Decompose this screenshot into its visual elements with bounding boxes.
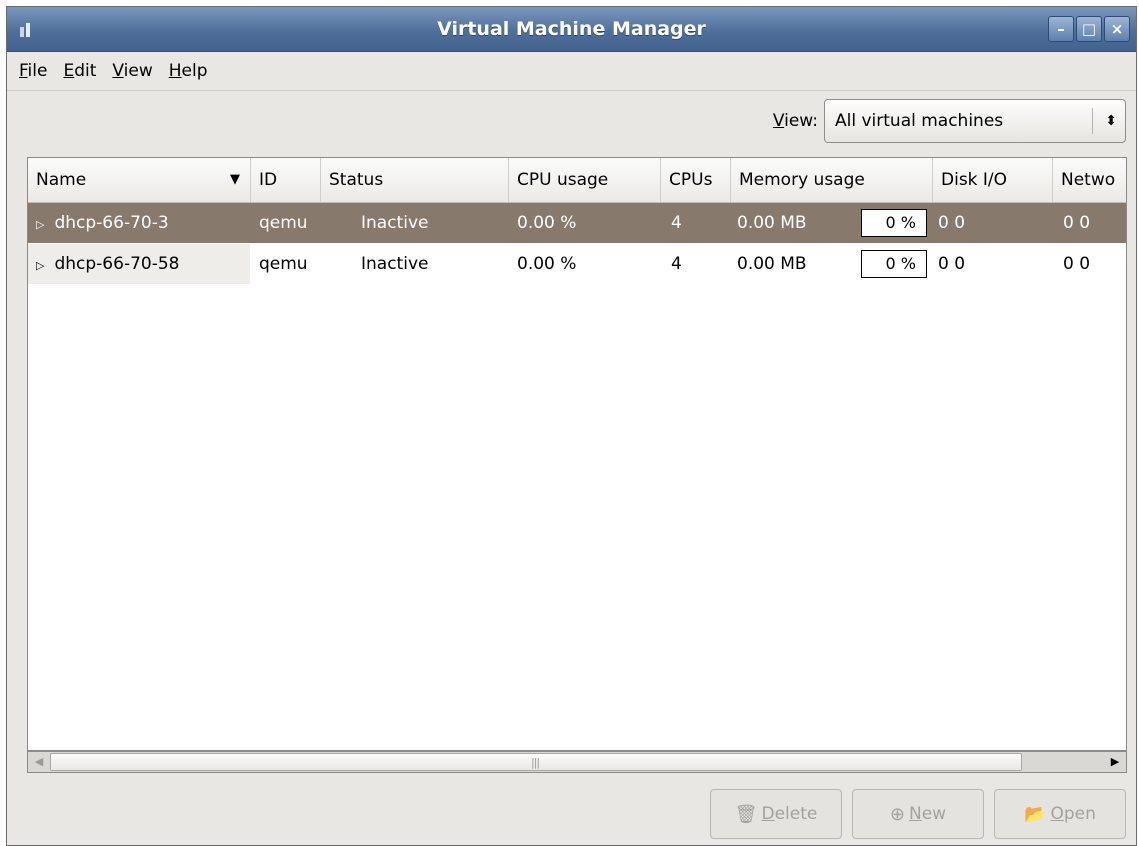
- vm-id: qemu: [259, 254, 308, 274]
- vm-memory: 0.00 MB: [737, 213, 807, 233]
- scroll-left-icon[interactable]: ◀: [29, 753, 49, 771]
- close-icon: ×: [1110, 20, 1124, 38]
- table-row[interactable]: ▷ dhcp-66-70-3 qemu Inactive 0.00 % 4 0.0…: [28, 203, 1126, 243]
- column-header-name[interactable]: Name ▼: [28, 158, 251, 202]
- scrollbar-thumb[interactable]: |||: [50, 753, 1022, 771]
- minimize-icon: –: [1057, 20, 1065, 38]
- grip-icon: |||: [531, 756, 540, 769]
- sort-down-icon: ▼: [230, 172, 240, 187]
- window-controls: – □ ×: [1048, 16, 1130, 42]
- column-cpu-usage-label: CPU usage: [517, 170, 609, 190]
- menu-edit-label: dit: [74, 61, 97, 81]
- column-id-label: ID: [259, 170, 278, 190]
- menu-bar: File Edit View Help: [7, 52, 1136, 91]
- vm-memory-cell: 0.00 MB 0 %: [733, 203, 931, 243]
- new-label: ew: [921, 804, 947, 824]
- app-window: Virtual Machine Manager – □ × File Edit …: [6, 6, 1137, 846]
- column-status-label: Status: [329, 170, 384, 190]
- menu-file-mnemonic: F: [19, 61, 28, 81]
- expander-icon[interactable]: ▷: [36, 259, 44, 272]
- vm-disk-io: 0 0: [938, 213, 966, 233]
- vm-name: dhcp-66-70-58: [54, 254, 180, 274]
- window-title: Virtual Machine Manager: [437, 18, 706, 40]
- vm-memory: 0.00 MB: [737, 254, 807, 274]
- horizontal-scrollbar[interactable]: ◀ ||| ▶: [27, 751, 1127, 773]
- menu-edit[interactable]: Edit: [57, 61, 106, 81]
- open-mnemonic: O: [1050, 804, 1064, 824]
- close-button[interactable]: ×: [1104, 16, 1130, 42]
- menu-view[interactable]: View: [106, 61, 162, 81]
- view-filter-label-text: iew:: [784, 111, 818, 131]
- vm-name-cell: ▷ dhcp-66-70-58: [28, 244, 250, 284]
- memory-progress-bar: 0 %: [861, 209, 927, 237]
- vm-disk-io: 0 0: [938, 254, 966, 274]
- updown-arrow-icon: ⬍: [1105, 113, 1117, 129]
- minimize-button[interactable]: –: [1048, 16, 1074, 42]
- column-memory-label: Memory usage: [739, 170, 865, 190]
- column-network-label: Netwo: [1061, 170, 1116, 190]
- vm-status: Inactive: [361, 213, 429, 233]
- title-bar[interactable]: Virtual Machine Manager – □ ×: [7, 7, 1136, 52]
- column-disk-io-label: Disk I/O: [941, 170, 1008, 190]
- column-header-id[interactable]: ID: [251, 158, 321, 202]
- menu-view-mnemonic: V: [112, 61, 124, 81]
- open-button[interactable]: 📂 Open: [994, 789, 1126, 839]
- column-header-cpus[interactable]: CPUs: [661, 158, 731, 202]
- vm-network: 0 0: [1063, 213, 1091, 233]
- delete-label: elete: [774, 804, 818, 824]
- vm-network: 0 0: [1063, 254, 1091, 274]
- expander-icon[interactable]: ▷: [36, 218, 44, 231]
- vm-name: dhcp-66-70-3: [54, 213, 169, 233]
- delete-mnemonic: D: [761, 804, 775, 824]
- new-vm-icon: ⊕: [889, 803, 905, 825]
- column-header-cpu-usage[interactable]: CPU usage: [509, 158, 661, 202]
- vm-status: Inactive: [361, 254, 429, 274]
- view-filter-mnemonic: V: [772, 111, 785, 131]
- menu-help-label: elp: [181, 61, 208, 81]
- new-mnemonic: N: [909, 804, 922, 824]
- memory-progress-bar: 0 %: [861, 250, 927, 278]
- maximize-icon: □: [1081, 20, 1097, 38]
- menu-file[interactable]: File: [13, 61, 57, 81]
- maximize-button[interactable]: □: [1076, 16, 1102, 42]
- menu-help[interactable]: Help: [163, 61, 218, 81]
- folder-open-icon: 📂: [1024, 803, 1047, 825]
- menu-file-label: ile: [27, 61, 48, 81]
- vm-list[interactable]: Name ▼ ID Status CPU usage CPUs Memory us…: [27, 157, 1127, 751]
- menu-help-mnemonic: H: [168, 61, 182, 81]
- list-header: Name ▼ ID Status CPU usage CPUs Memory us…: [28, 158, 1126, 203]
- column-header-disk-io[interactable]: Disk I/O: [933, 158, 1053, 202]
- delete-button[interactable]: 🗑 Delete: [710, 789, 842, 839]
- combo-separator: [1092, 108, 1093, 134]
- column-header-network[interactable]: Netwo: [1053, 158, 1126, 202]
- menu-view-label: iew: [123, 61, 153, 81]
- column-cpus-label: CPUs: [669, 170, 713, 190]
- table-row[interactable]: ▷ dhcp-66-70-58 qemu Inactive 0.00 % 4 0.…: [28, 244, 1126, 284]
- menu-edit-mnemonic: E: [63, 61, 75, 81]
- vm-cpu-usage: 0.00 %: [517, 213, 577, 233]
- trash-icon: 🗑: [734, 803, 758, 825]
- open-label: pen: [1063, 804, 1096, 824]
- column-header-memory[interactable]: Memory usage: [731, 158, 933, 202]
- vm-memory-cell: 0.00 MB 0 %: [733, 244, 931, 284]
- scroll-right-icon[interactable]: ▶: [1105, 753, 1125, 771]
- new-button[interactable]: ⊕ New: [852, 789, 984, 839]
- view-filter-label: View:: [773, 111, 818, 131]
- vm-cpus: 4: [671, 213, 682, 233]
- column-name-label: Name: [36, 170, 87, 190]
- vm-id: qemu: [259, 213, 308, 233]
- vm-name-cell: ▷ dhcp-66-70-3: [36, 203, 169, 243]
- vm-cpu-usage: 0.00 %: [517, 254, 577, 274]
- action-buttons: 🗑 Delete ⊕ New 📂 Open: [710, 789, 1126, 839]
- view-filter-combo[interactable]: All virtual machines ⬍: [824, 99, 1126, 143]
- view-filter-row: View: All virtual machines ⬍: [773, 99, 1126, 143]
- vm-cpus: 4: [671, 254, 682, 274]
- view-filter-selected: All virtual machines: [835, 111, 1004, 131]
- column-header-status[interactable]: Status: [321, 158, 509, 202]
